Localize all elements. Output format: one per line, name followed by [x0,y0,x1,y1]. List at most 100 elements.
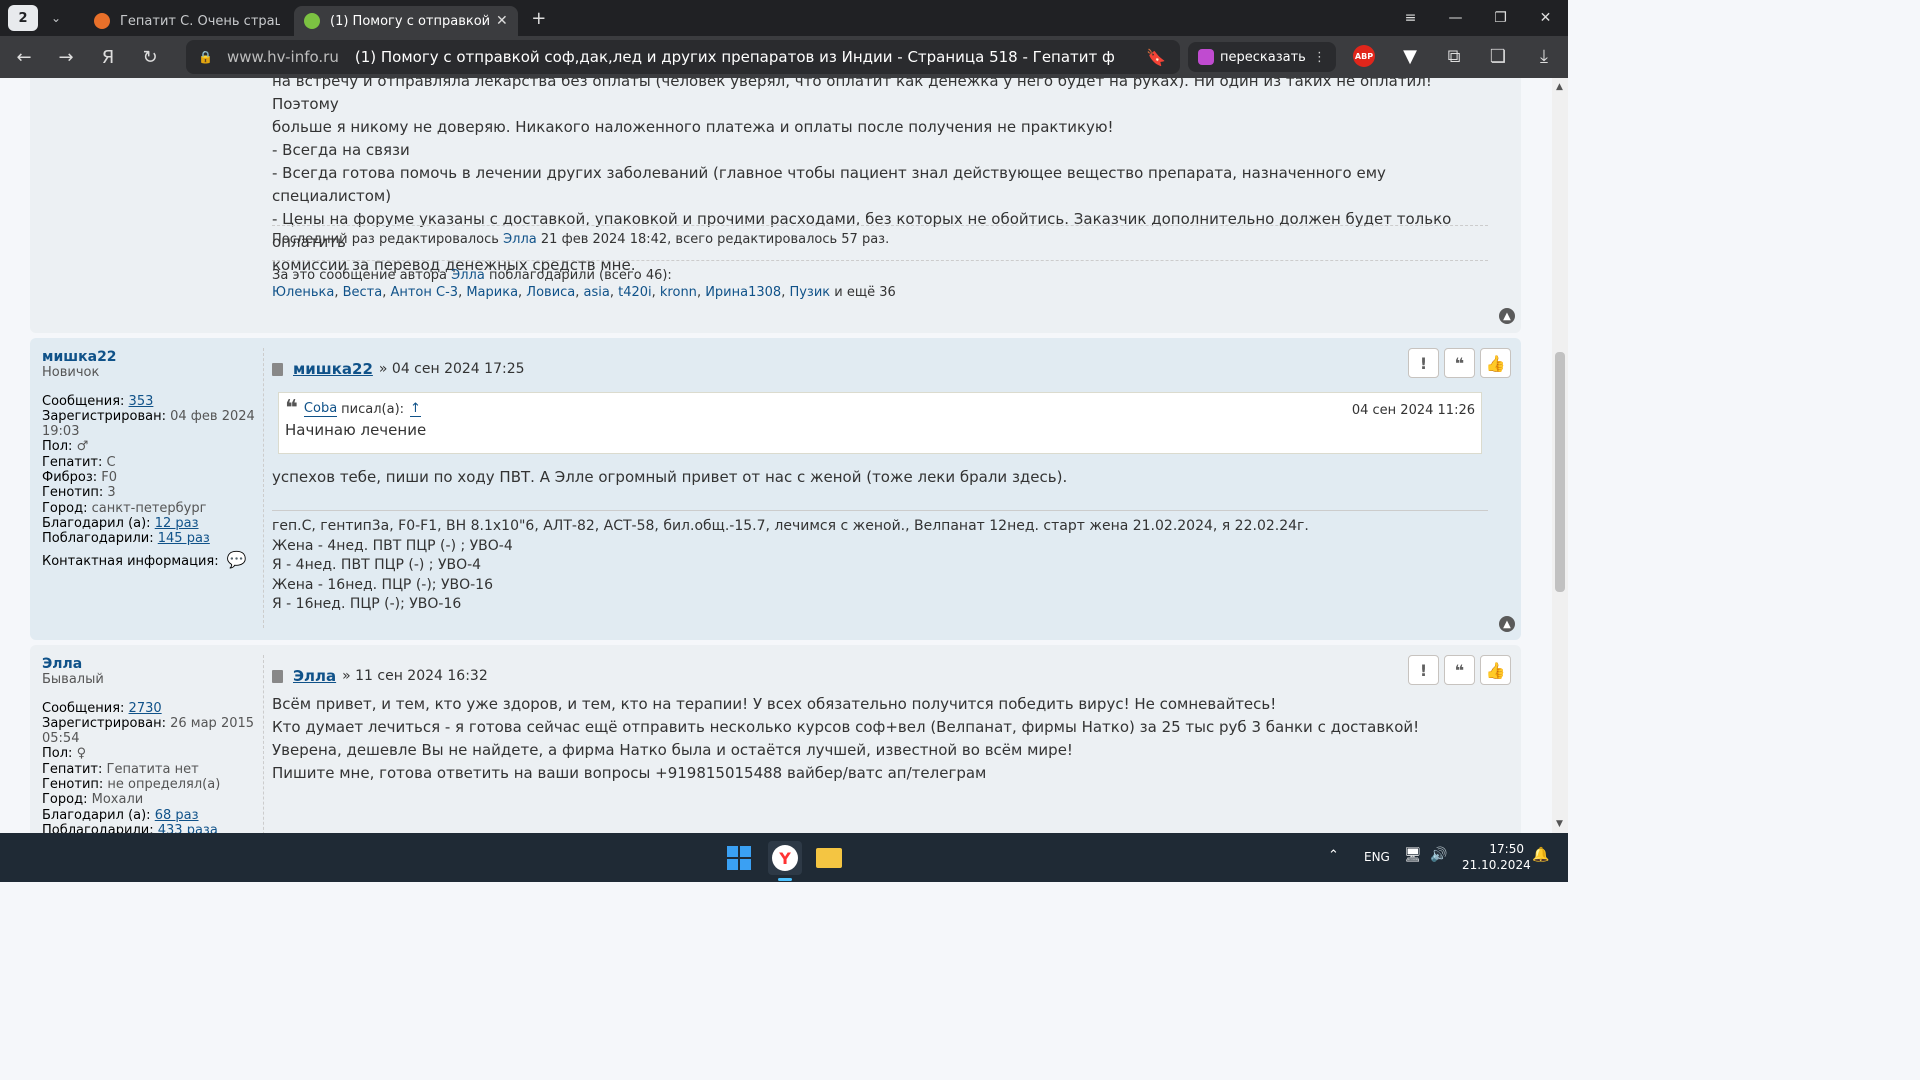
tab-title: (1) Помогу с отправкой [330,13,490,29]
post-author-link[interactable]: мишка22 [293,360,373,378]
quote-author-link[interactable]: Coba [303,401,338,417]
more-dots-icon[interactable]: ⋮ [1313,50,1326,65]
yandex-icon[interactable]: Я [90,39,126,75]
download-icon[interactable]: ⤓ [1530,42,1558,70]
url-domain: www.hv-info.ru [226,48,339,66]
back-to-top-icon[interactable]: ▲ [1499,616,1515,632]
signature: геп.С, гентип3а, F0-F1, ВН 8.1x10"6, АЛТ… [272,510,1488,615]
profile-username[interactable]: мишка22 [42,349,257,365]
like-icon[interactable]: 👍 [1480,655,1511,685]
network-icon[interactable]: 🖥 [1404,847,1422,863]
quote-source-arrow-icon[interactable]: ↑ [410,401,421,417]
collections-icon[interactable]: ❏ [1484,42,1512,70]
forward-icon[interactable]: → [48,39,84,75]
thanks-author-link[interactable]: Элла [451,268,485,283]
quote-block: ❝ Coba писал(а): ↑ 04 сен 2024 11:26 Нач… [278,392,1482,454]
post-divider [263,348,264,628]
lock-icon[interactable]: 🔒 [198,50,213,64]
profile-field: Зарегистрирован: 04 фев 2024 19:03 [42,408,255,440]
chat-bubble-icon[interactable]: 💬 [227,550,247,569]
notification-bell-icon[interactable]: 🔔 [1532,847,1549,863]
back-to-top-icon[interactable]: ▲ [1499,308,1515,324]
thanks-user-link[interactable]: Антон С-3 [390,285,458,300]
profile-field: Поблагодарили: 145 раз [42,531,210,547]
thanks-user-link[interactable]: Ловиса [526,285,575,300]
forum-post: на встречу и отправляла лекарства без оп… [30,78,1521,333]
thanks-user-link[interactable]: Пузик [789,285,830,300]
windows-start-icon[interactable] [722,841,756,875]
post-line: Кто думает лечиться - я готова сейчас ещ… [272,718,1420,736]
thanks-user-link[interactable]: kronn [660,285,697,300]
file-explorer-icon[interactable] [812,841,846,875]
thanks-user-link[interactable]: Веста [343,285,383,300]
post-actions: ! ❝ 👍 [1403,348,1511,378]
scrollbar-thumb[interactable] [1555,352,1565,592]
tab-counter[interactable]: 2 [8,5,38,31]
shield-extension-icon[interactable]: ▼ [1396,42,1424,70]
menu-icon[interactable]: ≡ [1388,0,1433,36]
quote-icon[interactable]: ❝ [1444,655,1475,685]
post-header: Элла » 11 сен 2024 16:32 [272,667,488,685]
language-indicator[interactable]: ENG [1364,850,1390,864]
profile-username[interactable]: Элла [42,656,257,672]
quote-icon[interactable]: ❝ [1444,348,1475,378]
thanks-user-link[interactable]: asia [584,285,610,300]
profile-field: Поблагодарили: 433 раза [42,822,218,833]
quote-header: ❝ Coba писал(а): ↑ [285,396,421,421]
tab-close-icon[interactable]: ✕ [496,13,508,29]
post-content: успехов тебе, пиши по ходу ПВТ. А Элле о… [272,468,1068,486]
post-doc-icon[interactable] [272,362,283,376]
edited-author-link[interactable]: Элла [503,232,537,247]
maximize-icon[interactable]: ❐ [1478,0,1523,36]
profile-field: Город: санкт-петербург [42,500,207,516]
post-author-link[interactable]: Элла [293,667,336,685]
yandex-browser-icon[interactable]: Y [768,841,802,881]
post-line: на встречу и отправляла лекарства без оп… [272,78,1432,113]
post-doc-icon[interactable] [272,669,283,683]
post-line: Пишите мне, готова ответить на ваши вопр… [272,764,987,782]
thanks-user-link[interactable]: Ирина1308 [705,285,781,300]
forum-post: мишка22 Новичок Сообщения: 353 Зарегистр… [30,338,1521,640]
like-icon[interactable]: 👍 [1480,348,1511,378]
new-tab-icon[interactable]: + [526,5,552,31]
post-date: » 04 сен 2024 17:25 [378,361,525,377]
retell-label: пересказать [1220,49,1306,65]
browser-tab-2[interactable]: (1) Помогу с отправкой ✕ [294,6,518,36]
profile-field: Фиброз: F0 [42,470,118,486]
thanks-user-link[interactable]: Марика [466,285,518,300]
report-icon[interactable]: ! [1408,655,1439,685]
tab-list-chevron-icon[interactable]: ⌄ [42,5,70,31]
reload-icon[interactable]: ↻ [132,39,168,75]
extensions-puzzle-icon[interactable]: ⧉ [1440,42,1468,70]
window-controls: ≡ — ❐ ✕ [1388,0,1568,36]
browser-tab-1[interactable]: Гепатит С. Очень страшно [84,6,290,36]
url-bar[interactable]: 🔒 www.hv-info.ru (1) Помогу с отправкой … [186,40,1180,74]
gender-icon: ♀ [76,746,87,762]
quote-mark-icon: ❝ [285,396,298,421]
post-line: - Всегда готова помочь в лечении других … [272,164,1386,205]
profile-field: Сообщения: 2730 [42,700,162,716]
adblock-extension-icon[interactable]: ABP [1350,42,1378,70]
thanks-user-link[interactable]: Юленька [272,285,334,300]
post-header: мишка22 » 04 сен 2024 17:25 [272,360,525,378]
minimize-icon[interactable]: — [1433,0,1478,36]
tray-chevron-icon[interactable]: ⌃ [1328,848,1339,863]
post-content: на встречу и отправляла лекарства без оп… [272,78,1502,277]
retell-button[interactable]: пересказать ⋮ [1188,42,1336,72]
profile-field: Благодарил (а): 68 раз [42,807,199,823]
bookmark-icon[interactable]: 🔖 [1146,48,1166,67]
browser-title-bar: 2 ⌄ Гепатит С. Очень страшно (1) Помогу … [0,0,1568,36]
system-clock[interactable]: 17:50 21.10.2024 [1462,841,1531,873]
post-line: больше я никому не доверяю. Никакого нал… [272,118,1114,136]
report-icon[interactable]: ! [1408,348,1439,378]
close-window-icon[interactable]: ✕ [1523,0,1568,36]
scroll-up-icon[interactable]: ▲ [1556,82,1563,92]
post-date: » 11 сен 2024 16:32 [342,668,488,684]
quote-date: 04 сен 2024 11:26 [1351,403,1475,418]
page-scrollbar[interactable]: ▲ ▼ [1552,78,1568,833]
profile-rank: Бывалый [42,672,104,688]
thanks-user-link[interactable]: t420i [618,285,652,300]
volume-icon[interactable]: 🔊 [1430,847,1447,863]
scroll-down-icon[interactable]: ▼ [1556,819,1563,829]
back-icon[interactable]: ← [6,39,42,75]
